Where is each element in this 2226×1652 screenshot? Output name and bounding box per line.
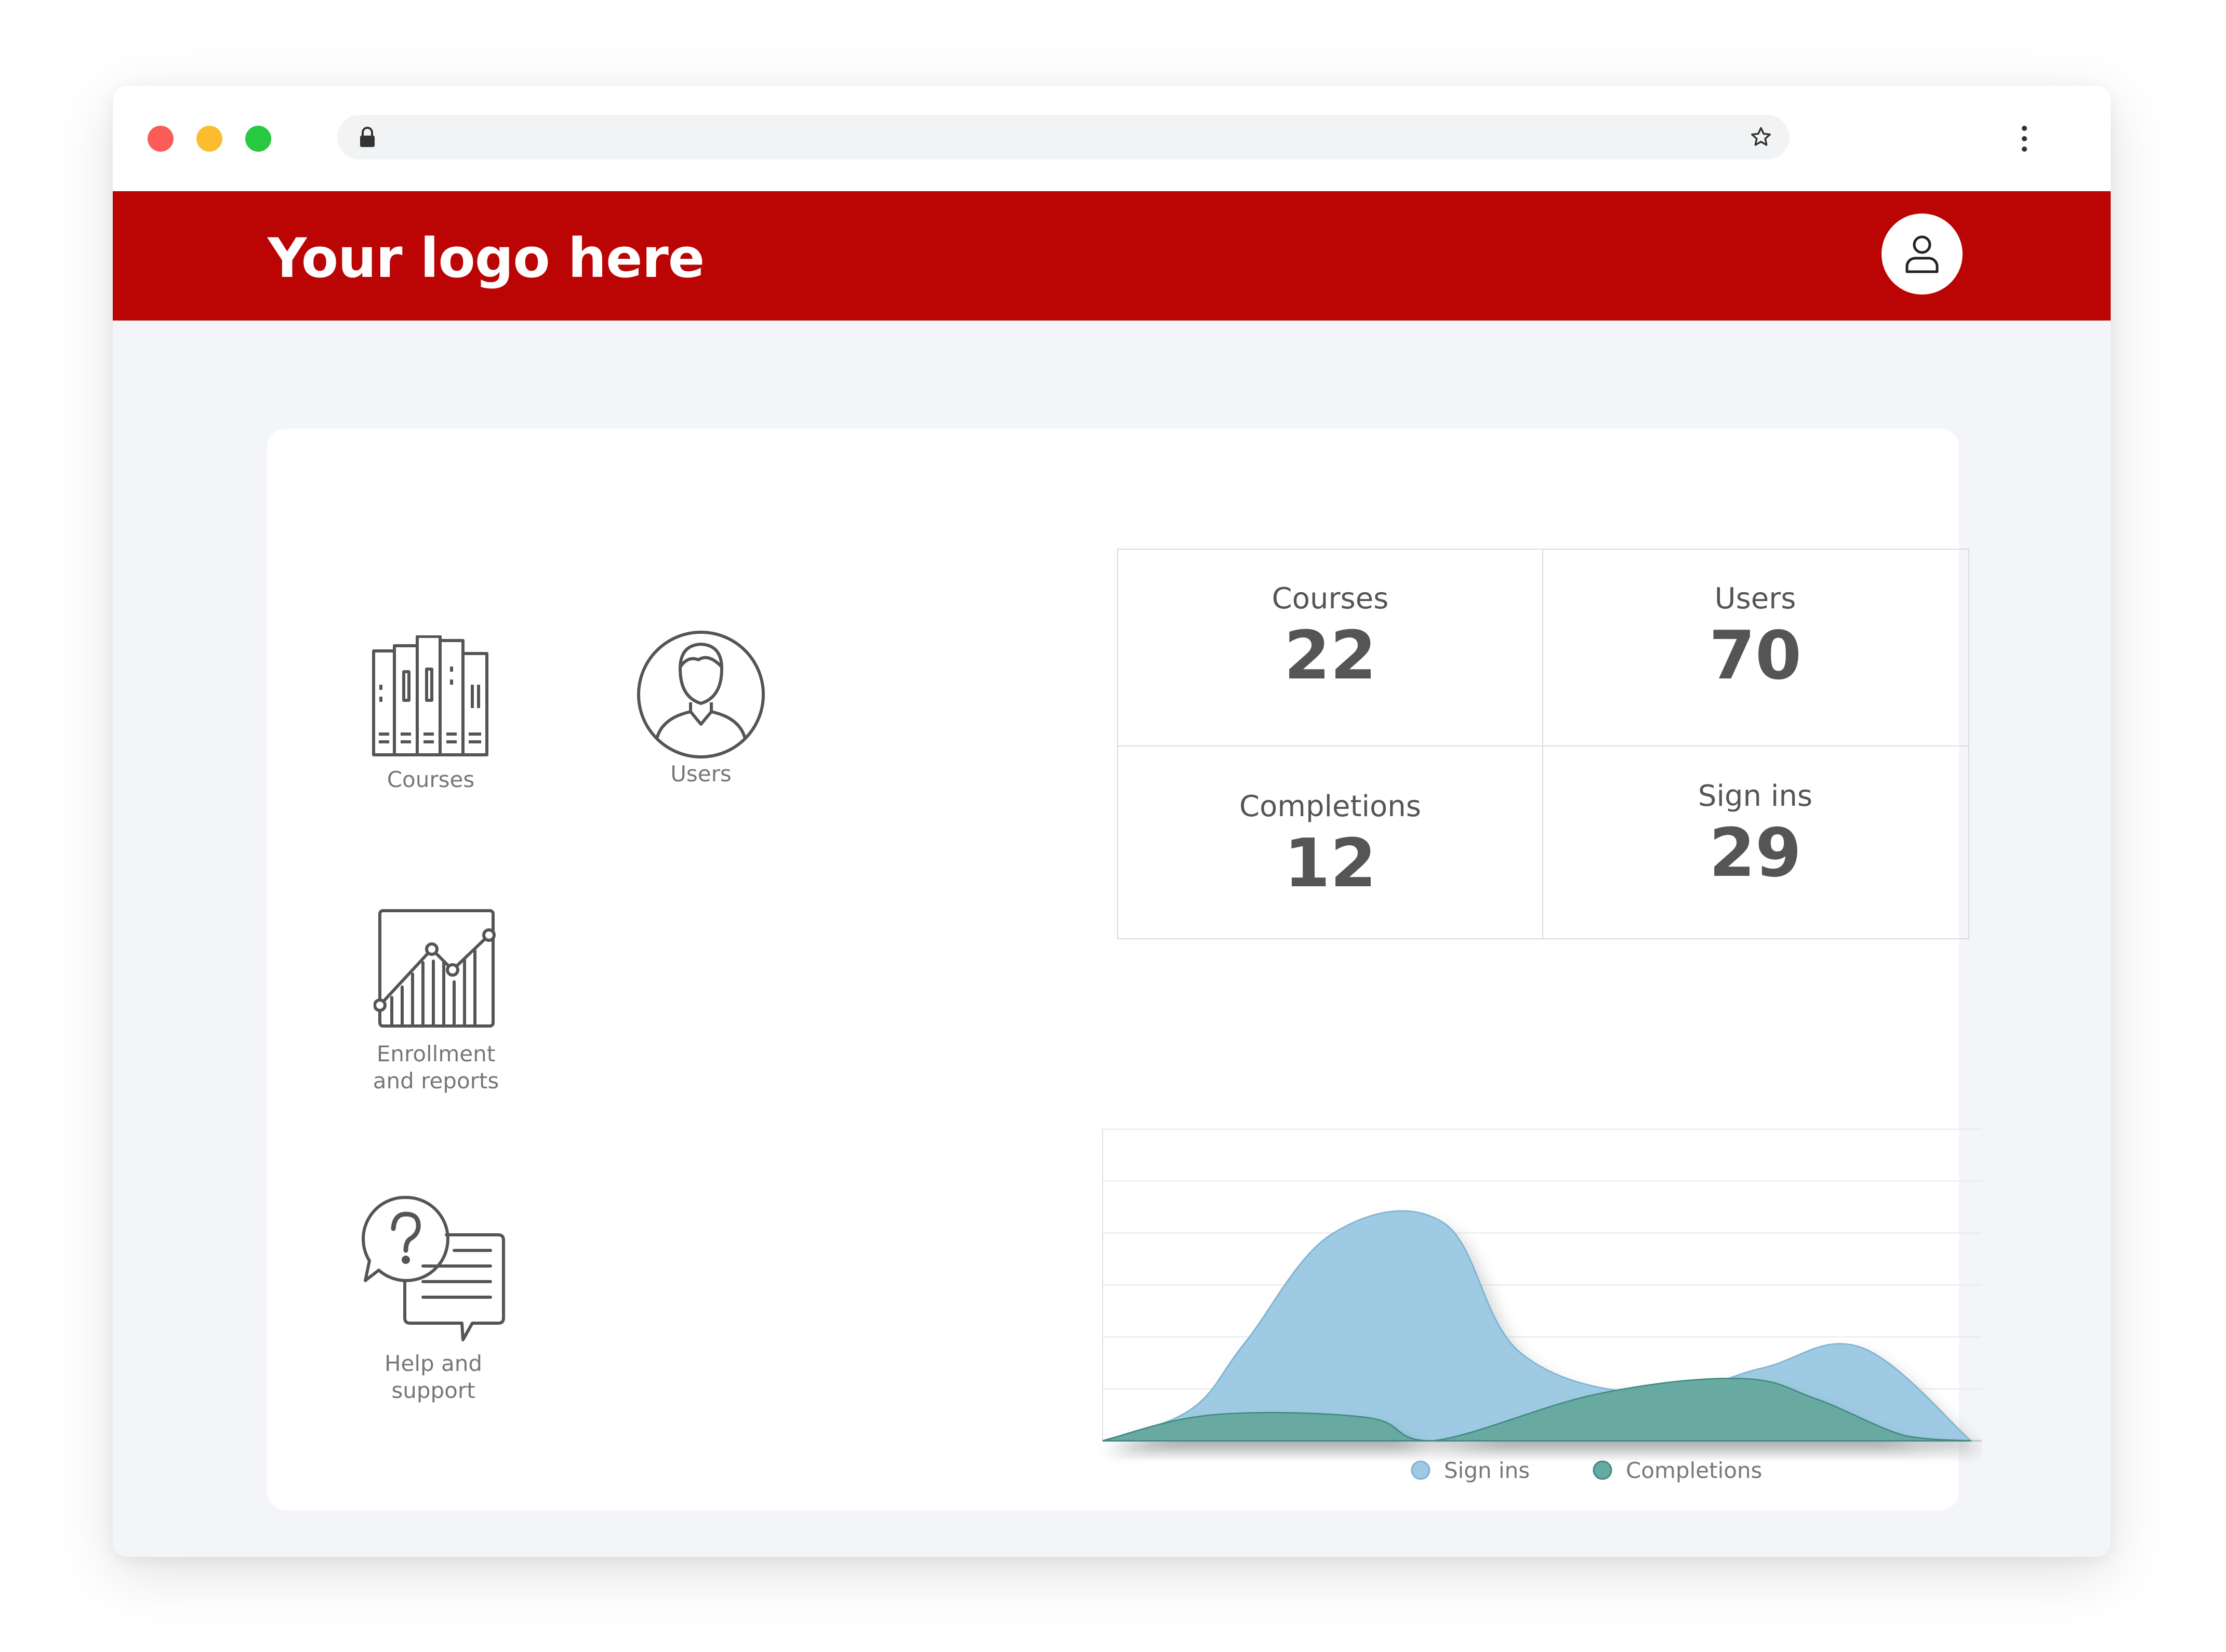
stat-users[interactable]: Users 70 [1543,581,1967,695]
stats-divider [1118,745,1968,747]
logo-placeholder[interactable]: Your logo here [268,227,704,290]
app-header: Your logo here [113,191,2111,321]
nav-tile-label: Help and [355,1350,511,1377]
legend-swatch [1412,1461,1429,1479]
profile-button[interactable] [1882,214,1963,295]
area-series-sign-ins [1103,1211,1971,1441]
nav-tile-courses[interactable]: Courses [363,635,498,793]
line-chart-icon [374,907,498,1031]
help-chat-icon [358,1193,509,1344]
stat-value: 22 [1118,617,1542,695]
nav-tile-label: and reports [368,1068,504,1095]
stat-sign-ins[interactable]: Sign ins 29 [1543,778,1967,892]
chart-legend: Sign ins Completions [1412,1458,1762,1483]
stat-courses[interactable]: Courses 22 [1118,581,1542,695]
legend-label: Completions [1626,1458,1762,1483]
stat-value: 12 [1118,825,1542,903]
minimize-window-button[interactable] [196,126,222,152]
legend-swatch [1594,1461,1611,1479]
stat-label: Users [1543,581,1967,617]
chart-areas [1103,1211,1971,1441]
star-icon[interactable] [1749,125,1773,149]
nav-tile-label: Users [633,761,769,788]
legend-label: Sign ins [1444,1458,1530,1483]
bookshelf-icon [368,635,493,760]
close-window-button[interactable] [148,126,174,152]
nav-tile-label: support [355,1377,511,1404]
stat-label: Sign ins [1543,778,1967,815]
kebab-icon[interactable] [2019,124,2030,153]
stats-grid: Courses 22 Users 70 Completions 12 Sign … [1117,549,1969,939]
activity-area-chart: Sign ins Completions [1098,1125,1982,1488]
stat-value: 70 [1543,617,1967,695]
stat-label: Courses [1118,581,1542,617]
stat-label: Completions [1118,789,1542,825]
nav-tile-label: Courses [363,766,498,793]
nav-tile-users[interactable]: Users [633,630,769,788]
legend-item[interactable]: Sign ins [1412,1458,1530,1483]
user-icon [1904,234,1940,274]
stat-value: 29 [1543,815,1967,892]
browser-window: Your logo here [113,86,2111,1557]
maximize-window-button[interactable] [245,126,271,152]
legend-item[interactable]: Completions [1594,1458,1762,1483]
browser-titlebar [113,86,2111,191]
nav-tile-label: Enrollment [368,1041,504,1068]
stat-completions[interactable]: Completions 12 [1118,789,1542,903]
dashboard-card: Courses Users [267,429,1959,1510]
chart-plot-area [1103,1129,1982,1441]
nav-tile-enrollment-reports[interactable]: Enrollment and reports [368,907,504,1095]
person-icon [636,630,766,760]
lock-icon [359,126,376,148]
address-bar[interactable] [337,115,1790,159]
